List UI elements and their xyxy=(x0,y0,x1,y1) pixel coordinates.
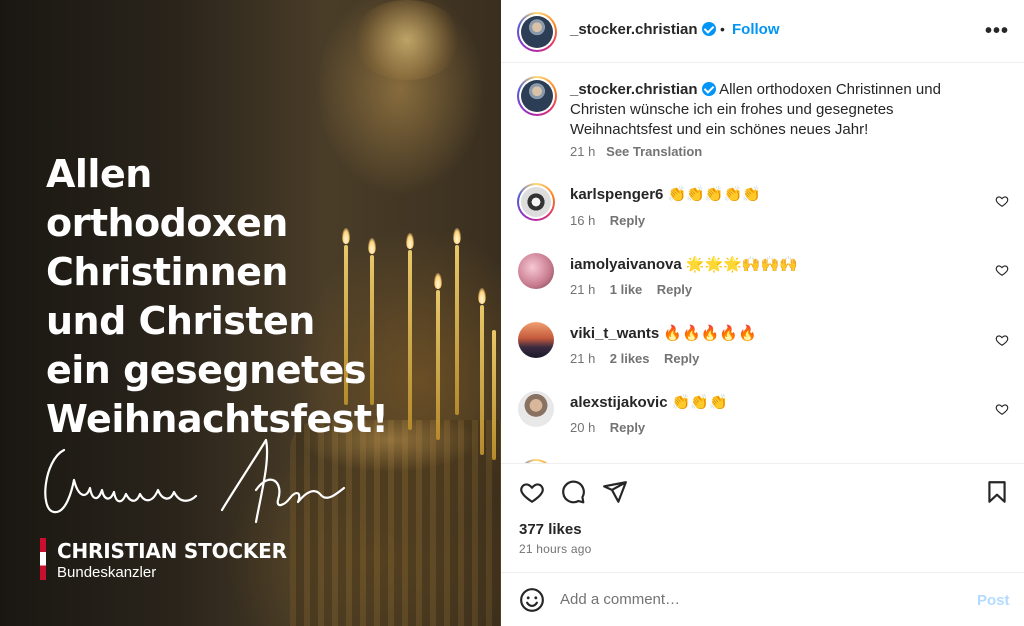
comment-avatar[interactable] xyxy=(518,322,554,358)
post-headline: Allen orthodoxen Christinnen und Christe… xyxy=(46,150,466,444)
caption-meta: 21 h See Translation xyxy=(570,144,702,159)
more-options-icon[interactable]: ••• xyxy=(985,20,1009,43)
comments-scroll-area[interactable]: _stocker.christian Allen orthodoxen Chri… xyxy=(501,63,1024,463)
headline-line: Allen xyxy=(46,152,152,196)
brand-role: Bundeskanzler xyxy=(57,564,157,581)
comment-like-count[interactable]: 2 likes xyxy=(610,351,650,366)
comment-like-heart-icon[interactable] xyxy=(995,263,1009,277)
comment-meta: 16 h Reply xyxy=(570,213,645,228)
candle-decoration xyxy=(492,330,496,460)
comment-username[interactable]: iamolyaivanova xyxy=(570,256,682,273)
comment-icon[interactable] xyxy=(560,479,586,505)
avatar-image xyxy=(521,187,551,217)
comment-body: alexstijakovic 👏👏👏 xyxy=(570,393,728,413)
headline-line: und Christen xyxy=(46,299,315,343)
comment-meta: 21 h 1 like Reply xyxy=(570,282,692,297)
icon-halo-decoration xyxy=(352,0,462,80)
post-timestamp[interactable]: 21 hours ago xyxy=(519,542,591,556)
reply-button[interactable]: Reply xyxy=(664,351,699,366)
caption-username[interactable]: _stocker.christian xyxy=(570,81,698,98)
comment-like-heart-icon[interactable] xyxy=(995,333,1009,347)
comment-like-count[interactable]: 1 like xyxy=(610,282,643,297)
author-username-label: _stocker.christian xyxy=(570,21,698,38)
share-icon[interactable] xyxy=(602,479,628,505)
comment-like-heart-icon[interactable] xyxy=(995,194,1009,208)
handwritten-signature xyxy=(44,438,346,524)
add-comment-bar: Post xyxy=(501,572,1024,626)
author-avatar[interactable] xyxy=(517,12,557,52)
comment-time: 16 h xyxy=(570,213,596,228)
comment-username[interactable]: viki_t_wants xyxy=(570,325,659,342)
post-sidebar: _stocker.christian • Follow ••• _stocker… xyxy=(501,0,1024,626)
comment-body: karlspenger6 👏👏👏👏👏 xyxy=(570,185,761,205)
comment-time: 21 h xyxy=(570,282,596,297)
comment-body: viki_t_wants 🔥🔥🔥🔥🔥 xyxy=(570,324,757,344)
comment-avatar[interactable] xyxy=(518,253,554,289)
post-comment-button[interactable]: Post xyxy=(977,592,1010,609)
see-translation-link[interactable]: See Translation xyxy=(606,144,702,159)
avatar-image xyxy=(521,16,553,48)
comment-like-heart-icon[interactable] xyxy=(995,402,1009,416)
headline-line: orthodoxen xyxy=(46,201,288,245)
reply-button[interactable]: Reply xyxy=(657,282,692,297)
comment-avatar[interactable] xyxy=(517,183,555,221)
austrian-flag-bar xyxy=(40,538,46,580)
avatar-image xyxy=(518,391,554,427)
verified-badge-icon xyxy=(701,82,716,96)
headline-line: ein gesegnetes xyxy=(46,348,367,392)
header-separator: • xyxy=(720,21,725,37)
post-image[interactable]: Allen orthodoxen Christinnen und Christe… xyxy=(0,0,501,626)
comment-username[interactable]: karlspenger6 xyxy=(570,186,663,203)
reply-button[interactable]: Reply xyxy=(610,420,645,435)
comment-meta: 20 h Reply xyxy=(570,420,645,435)
avatar-image xyxy=(521,80,553,112)
like-heart-icon[interactable] xyxy=(519,479,545,505)
comment-time: 20 h xyxy=(570,420,596,435)
caption-avatar[interactable] xyxy=(517,76,557,116)
comment-meta: 21 h 2 likes Reply xyxy=(570,351,699,366)
candle-decoration xyxy=(480,305,484,455)
verified-badge-icon xyxy=(701,22,716,36)
comment-input[interactable] xyxy=(560,587,960,611)
emoji-icon[interactable] xyxy=(519,587,545,613)
comment-time: 21 h xyxy=(570,351,596,366)
comment-avatar[interactable] xyxy=(518,391,554,427)
bookmark-icon[interactable] xyxy=(984,479,1010,505)
caption-time: 21 h xyxy=(570,144,596,159)
comment-text: 👏👏👏👏👏 xyxy=(667,186,761,203)
comment-text: 🌟🌟🌟🙌🙌🙌 xyxy=(685,256,798,273)
brand-name: CHRISTIAN STOCKER xyxy=(57,539,287,563)
reply-button[interactable]: Reply xyxy=(610,213,645,228)
comment-text: 👏👏👏 xyxy=(671,394,728,411)
avatar-image xyxy=(518,253,554,289)
comment-text: 🔥🔥🔥🔥🔥 xyxy=(663,325,757,342)
like-count[interactable]: 377 likes xyxy=(519,521,582,538)
post-header: _stocker.christian • Follow ••• xyxy=(501,0,1024,63)
follow-button[interactable]: Follow xyxy=(732,21,780,38)
caption-text-block: _stocker.christian Allen orthodoxen Chri… xyxy=(570,80,960,140)
author-username[interactable]: _stocker.christian xyxy=(570,21,716,38)
flame-decoration xyxy=(478,288,486,304)
comment-username[interactable]: alexstijakovic xyxy=(570,394,668,411)
headline-line: Christinnen xyxy=(46,250,288,294)
avatar-image xyxy=(518,322,554,358)
comment-body: iamolyaivanova 🌟🌟🌟🙌🙌🙌 xyxy=(570,255,798,275)
